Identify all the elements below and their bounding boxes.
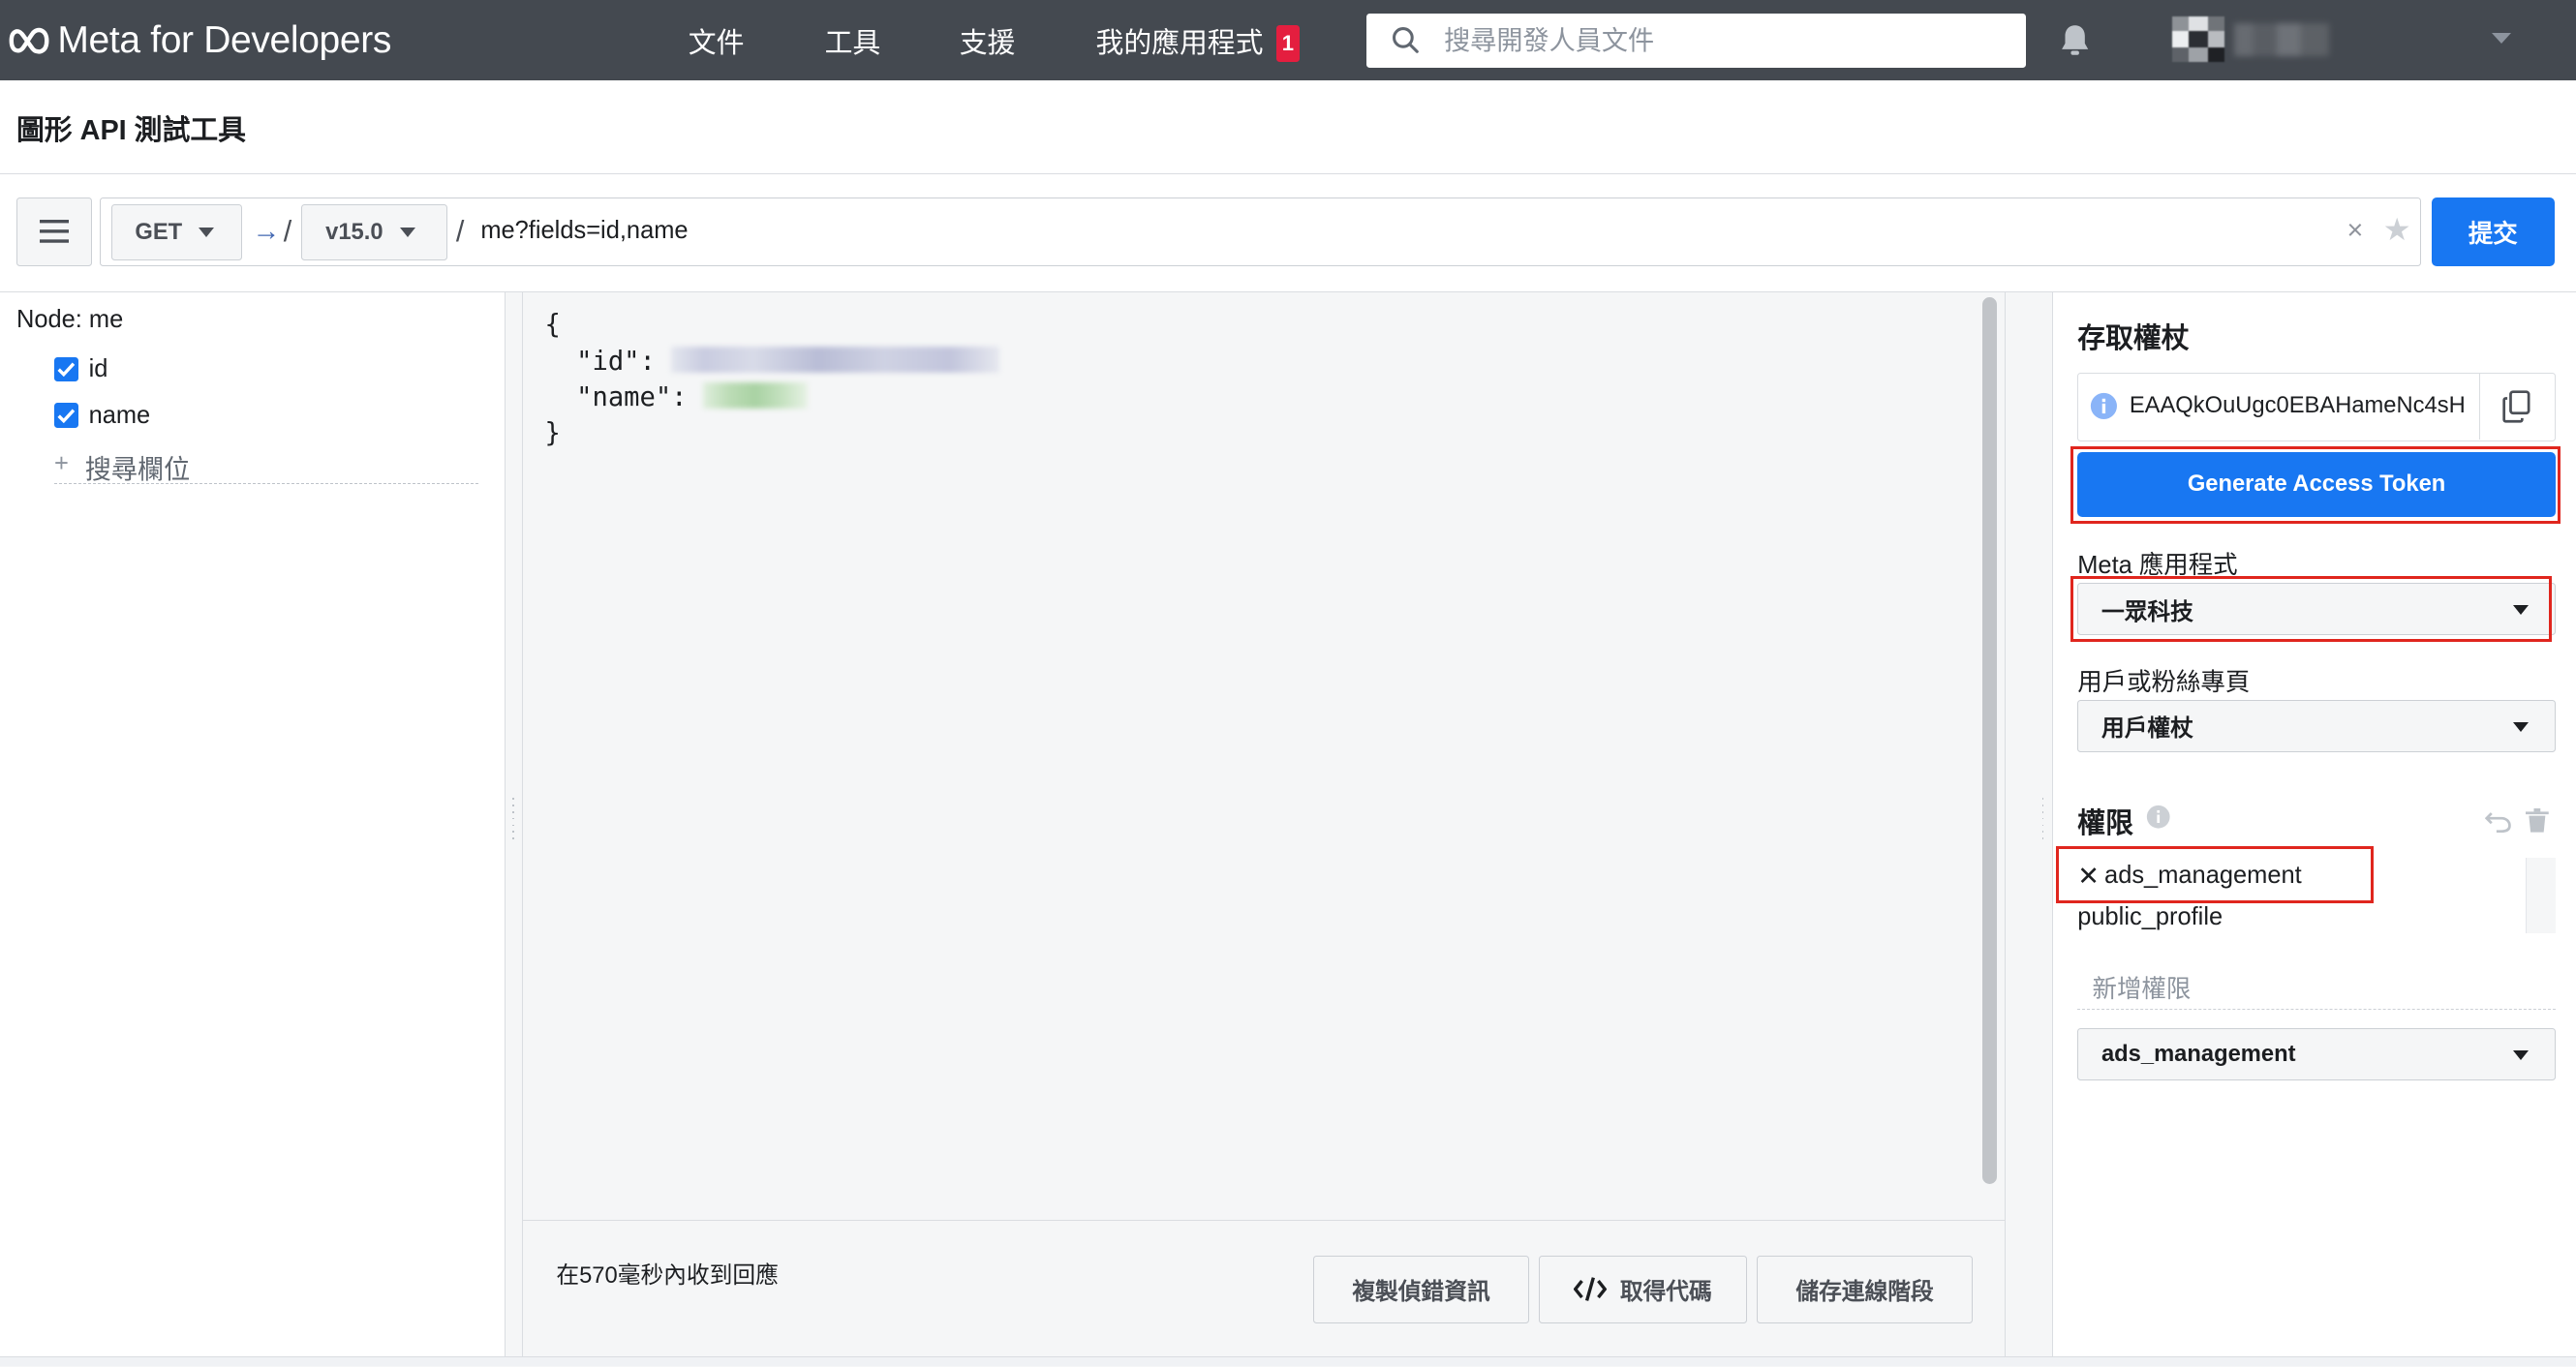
json-open-brace: { bbox=[544, 310, 561, 341]
field-row-id[interactable]: id bbox=[53, 354, 108, 384]
checkbox-checked-icon[interactable] bbox=[53, 403, 79, 428]
info-icon[interactable] bbox=[2090, 392, 2118, 427]
fields-panel: Node: me id name + 搜尋欄位 bbox=[0, 291, 506, 1357]
graph-path-input[interactable] bbox=[476, 212, 2334, 250]
notification-badge: 1 bbox=[1276, 25, 1300, 62]
permission-item-public-profile: public_profile bbox=[2077, 903, 2223, 931]
hamburger-menu-button[interactable] bbox=[15, 197, 92, 266]
top-navigation-bar: Meta for Developers 文件 工具 支援 我的應用程式 1 bbox=[0, 0, 2576, 81]
right-panel-resize-handle[interactable] bbox=[2040, 798, 2047, 843]
hamburger-menu-icon bbox=[39, 220, 70, 244]
get-code-button[interactable]: 取得代碼 bbox=[1538, 1256, 1748, 1323]
chevron-down-icon bbox=[399, 228, 415, 237]
json-name-key: "name": bbox=[576, 381, 703, 412]
chevron-down-icon[interactable] bbox=[2492, 32, 2512, 45]
nav-my-apps-label: 我的應用程式 bbox=[1095, 28, 1264, 60]
api-version-dropdown[interactable]: v15.0 bbox=[301, 204, 448, 260]
json-close-brace: } bbox=[544, 418, 561, 449]
http-method-value: GET bbox=[135, 219, 183, 245]
nav-docs[interactable]: 文件 bbox=[689, 21, 745, 61]
user-or-page-label: 用戶或粉絲專頁 bbox=[2077, 668, 2251, 696]
meta-app-dropdown[interactable]: 一眾科技 bbox=[2077, 583, 2556, 636]
star-icon[interactable]: ★ bbox=[2383, 211, 2411, 248]
arrow-right-icon: → bbox=[252, 216, 281, 248]
json-id-key: "id": bbox=[576, 346, 672, 377]
access-token-panel: 存取權杖 EAAQkOuUgc0EBAHameNc4sH Generate Ac… bbox=[2051, 291, 2576, 1357]
permissions-scrollbar[interactable] bbox=[2526, 857, 2556, 933]
save-session-button[interactable]: 儲存連線階段 bbox=[1757, 1256, 1973, 1323]
page-bottom-edge bbox=[0, 1356, 2576, 1367]
add-permission-input[interactable]: 新增權限 bbox=[2077, 964, 2556, 1011]
docs-search-box[interactable] bbox=[1366, 13, 2026, 68]
clear-icon[interactable]: × bbox=[2346, 215, 2363, 247]
response-time-text: 在570毫秒內收到回應 bbox=[556, 1263, 779, 1290]
permission-name: ads_management bbox=[2104, 862, 2302, 890]
trash-icon[interactable] bbox=[2526, 807, 2550, 839]
meta-app-label: Meta 應用程式 bbox=[2077, 552, 2238, 580]
nav-my-apps[interactable]: 我的應用程式 1 bbox=[1095, 21, 1300, 62]
page-title-bar: 圖形 API 測試工具 bbox=[0, 80, 2576, 174]
node-label: Node: me bbox=[15, 305, 124, 333]
http-method-dropdown[interactable]: GET bbox=[110, 204, 243, 260]
chevron-down-icon bbox=[2512, 721, 2529, 732]
checkbox-checked-icon[interactable] bbox=[53, 356, 79, 382]
chevron-down-icon bbox=[199, 228, 215, 237]
response-panel: { "id": "name": } bbox=[522, 291, 2007, 1221]
field-row-name[interactable]: name bbox=[53, 401, 151, 431]
brand-name: Meta for Developers bbox=[57, 19, 392, 62]
undo-icon[interactable] bbox=[2484, 808, 2511, 839]
bell-icon[interactable] bbox=[2057, 21, 2093, 64]
chevron-down-icon bbox=[2512, 605, 2529, 616]
permission-item-ads-management[interactable]: ✕ ads_management bbox=[2077, 861, 2301, 892]
permission-name: public_profile bbox=[2077, 903, 2223, 930]
search-field-input[interactable]: + 搜尋欄位 bbox=[53, 448, 478, 485]
nav-tools[interactable]: 工具 bbox=[825, 21, 881, 61]
user-or-page-selected: 用戶權杖 bbox=[2101, 716, 2193, 743]
response-footer: 在570毫秒內收到回應 複製偵錯資訊 取得代碼 儲存連線階段 bbox=[522, 1220, 2007, 1357]
copy-icon bbox=[2502, 390, 2530, 423]
access-token-title: 存取權杖 bbox=[2077, 323, 2190, 355]
user-or-page-dropdown[interactable]: 用戶權杖 bbox=[2077, 699, 2556, 752]
avatar[interactable] bbox=[2171, 15, 2224, 63]
search-field-placeholder: 搜尋欄位 bbox=[84, 454, 191, 485]
search-icon bbox=[1392, 26, 1420, 54]
page-title: 圖形 API 測試工具 bbox=[15, 114, 246, 146]
permissions-title: 權限 bbox=[2077, 807, 2133, 839]
permission-dropdown[interactable]: ads_management bbox=[2077, 1027, 2556, 1081]
meta-app-selected: 一眾科技 bbox=[2101, 599, 2193, 625]
get-code-label: 取得代碼 bbox=[1619, 1280, 1712, 1306]
generate-access-token-button[interactable]: Generate Access Token bbox=[2077, 451, 2556, 518]
submit-button[interactable]: 提交 bbox=[2431, 197, 2555, 266]
docs-search-input[interactable] bbox=[1440, 22, 1967, 58]
json-response: { "id": "name": } bbox=[545, 307, 1000, 451]
remove-permission-icon[interactable]: ✕ bbox=[2077, 861, 2100, 892]
request-url-bar: GET → / v15.0 / × ★ bbox=[100, 197, 2422, 266]
path-separator: / bbox=[283, 214, 292, 248]
access-token-value[interactable]: EAAQkOuUgc0EBAHameNc4sH bbox=[2130, 393, 2474, 419]
code-icon bbox=[1574, 1277, 1608, 1302]
meta-logo-icon bbox=[9, 28, 49, 54]
plus-icon: + bbox=[53, 449, 69, 477]
left-panel-resize-handle[interactable] bbox=[511, 798, 518, 843]
field-name: name bbox=[88, 401, 151, 429]
redacted-name-value bbox=[702, 382, 809, 410]
field-name: id bbox=[88, 355, 108, 383]
chevron-down-icon bbox=[2512, 1049, 2529, 1060]
api-version-value: v15.0 bbox=[325, 219, 383, 245]
account-name-redacted bbox=[2234, 22, 2330, 56]
access-token-field[interactable]: EAAQkOuUgc0EBAHameNc4sH bbox=[2077, 373, 2556, 442]
copy-token-button[interactable] bbox=[2479, 374, 2555, 440]
copy-debug-info-button[interactable]: 複製偵錯資訊 bbox=[1313, 1256, 1529, 1323]
nav-support[interactable]: 支援 bbox=[960, 21, 1016, 61]
info-icon[interactable] bbox=[2146, 805, 2171, 835]
path-separator: / bbox=[455, 214, 465, 248]
request-bar: GET → / v15.0 / × ★ 提交 bbox=[0, 173, 2576, 292]
response-scrollbar[interactable] bbox=[1981, 297, 1998, 1185]
redacted-id-value bbox=[671, 346, 1000, 373]
meta-for-developers-logo[interactable]: Meta for Developers bbox=[5, 18, 391, 64]
permission-dropdown-value: ads_management bbox=[2101, 1041, 2296, 1067]
